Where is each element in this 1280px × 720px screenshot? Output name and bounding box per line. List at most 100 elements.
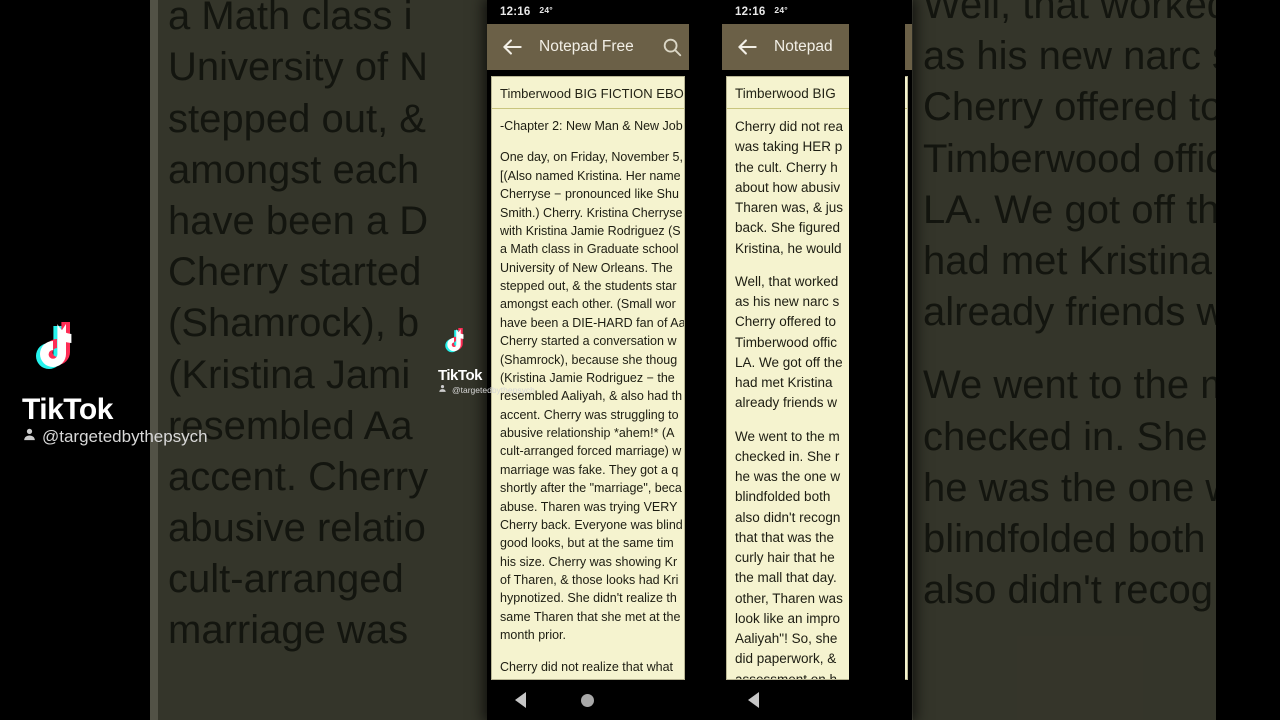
note-line: Tharen was, & jus [735,200,844,215]
backdrop-line: We went to the m [923,363,1234,408]
app-title: Notepad Free [539,38,634,55]
right-phone-clip-mask [849,0,905,720]
note-line: also didn't recogn [735,509,841,525]
backdrop-line: Well, that worked [923,0,1230,27]
nav-back-triangle-icon[interactable] [514,692,526,708]
note-line: other, Tharen was [735,590,843,606]
person-icon [438,384,447,395]
note-line: as his new narc s [735,294,840,309]
video-frame: with Kristina J a Math class i Universit… [0,0,1280,720]
nav-back-triangle-icon[interactable] [747,692,759,708]
note-line: he was the one w [735,469,841,484]
note-line: blindfolded both [735,489,831,505]
status-temperature: 24° [774,5,788,15]
note-line: the cult. Cherry h [735,159,838,175]
status-bar: 12:16 24° [487,0,689,24]
tiktok-watermark-large: TikTok @targetedbythepsych [22,318,208,447]
note-line: Cherryse − pronounced like Shu [500,187,679,202]
note-line: Cherry did not realize that what [500,659,674,674]
note-line: shortly after the "marriage", beca [500,481,682,496]
backdrop-line: checked in. She r [923,414,1233,459]
note-line: Kristina, he would [735,240,842,256]
backdrop-line: LA. We got off the [923,187,1242,232]
search-icon[interactable] [661,36,683,58]
note-line: already friends w [735,395,838,411]
note-line: One day, on Friday, November 5, [500,150,683,165]
backdrop-line: Timberwood offic [923,136,1226,181]
note-line: Well, that worked [735,273,839,289]
status-time: 12:16 [500,6,531,18]
note-title[interactable]: Timberwood BIG FICTION EBOOK [492,77,684,109]
tiktok-username: @targetedbythepsych [452,384,535,395]
tiktok-note-icon [22,318,84,393]
note-line: assessment on h [735,671,838,680]
nav-recents-square-icon[interactable] [650,695,661,706]
tiktok-username: @targetedbythepsych [42,427,208,446]
note-line: Smith.) Cherry. Kristina Cherryse [500,205,683,220]
note-line: marriage was fake. They got a q [500,462,679,477]
note-line: was taking HER p [735,139,843,155]
backdrop-line: also didn't recog [923,568,1214,613]
backdrop-line: had met Kristina [923,238,1213,283]
note-line: did paperwork, & [735,651,837,667]
nav-home-circle-icon[interactable] [581,693,595,707]
note-line: cult-arranged forced marriage) w [500,444,682,459]
person-icon [22,427,37,447]
note-line: We went to the m [735,428,840,444]
backdrop-line: Cherry offered to [923,85,1223,130]
note-line: same Tharen that she met at the [500,609,681,624]
backdrop-right-letterbox [1216,0,1280,720]
note-line: month prior. [500,628,567,643]
note-line: that that was the [735,529,835,545]
backdrop-right-page: Well, that worked as his new narc s Cher… [905,0,1280,720]
back-arrow-icon[interactable] [499,34,525,60]
backdrop-line: he was the one w [923,465,1235,510]
note-line: abusive relationship *ahem!* (A [500,426,675,440]
note-line: the mall that day. [735,570,837,586]
note-line: of Tharen, & those looks had Kri [500,573,679,587]
note-line: curly hair that he [735,550,835,565]
note-paragraph: Cherry did not realize that what was tak… [500,658,676,680]
note-line: his size. Cherry was showing Kr [500,554,678,569]
note-line: a Math class in Graduate school [500,242,679,257]
note-line: stepped out, & the students star [500,279,677,293]
note-line: LA. We got off the [735,354,843,370]
backdrop-line: blindfolded both [923,516,1206,561]
note-line: Aaliyah"! So, she [735,631,838,646]
tiktok-brand-label: TikTok [438,367,482,384]
note-line: Cherry did not rea [735,119,844,134]
status-temperature: 24° [539,5,553,15]
app-title: Notepad [774,38,833,55]
tiktok-brand-label: TikTok [22,393,113,426]
note-line: good looks, but at the same tim [500,536,674,551]
note-line: checked in. She r [735,448,840,464]
status-time: 12:16 [735,6,766,18]
backdrop-line: as his new narc s [923,34,1233,79]
app-bar: Notepad Free [487,24,689,70]
backdrop-line: already friends w [923,290,1226,335]
note-paragraph: One day, on Friday, November 5, [(Also n… [500,148,684,644]
android-nav-bar [487,680,689,720]
note-line: Cherry back. Everyone was blind [500,517,683,532]
note-line: hypnotized. She didn't realize th [500,591,677,606]
note-line: back. She figured [735,220,841,236]
note-line: about how abusiv [735,179,841,195]
note-line: -Chapter 2: New Man & New Job [500,119,683,133]
back-arrow-icon[interactable] [734,34,760,60]
note-line: look like an impro [735,610,841,626]
note-line: with Kristina Jamie Rodriguez (S [500,223,681,238]
tiktok-note-icon [438,326,470,367]
note-line: Cherry offered to [735,314,837,330]
backdrop-right-text: Well, that worked as his new narc s Cher… [905,0,1280,616]
tiktok-username-row: @targetedbythepsych [22,427,208,447]
backdrop-spacer [923,338,1280,360]
note-line: [(Also named Kristina. Her name [500,168,681,183]
tiktok-username-row: @targetedbythepsych [438,384,535,395]
note-line: University of New Orleans. The [500,260,673,275]
note-line: abuse. Tharen was trying VERY [500,499,678,514]
note-line: Timberwood offic [735,334,838,350]
note-line: had met Kristina [735,375,833,390]
note-line: amongst each other. (Small wor [500,297,676,312]
note-line: accent. Cherry was struggling to [500,407,679,422]
tiktok-watermark-small: TikTok @targetedbythepsych [438,326,535,395]
